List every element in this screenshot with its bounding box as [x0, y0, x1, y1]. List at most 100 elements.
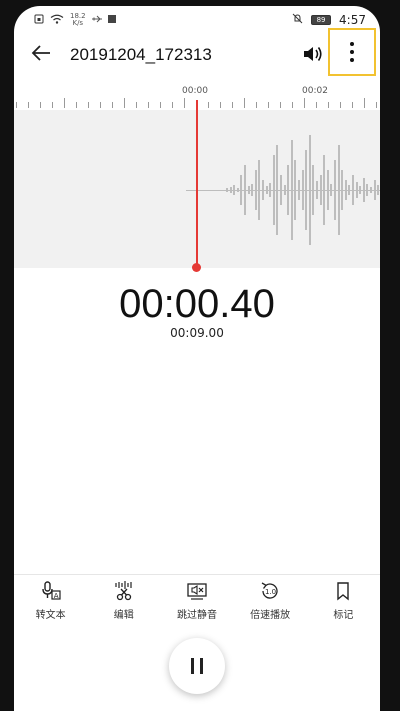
- recording-title: 20191204_172313: [70, 45, 212, 64]
- screen: 18.2 K/s 89 4:57 20191204_172313 00:00 0…: [14, 6, 380, 711]
- waveform-bar: [254, 170, 257, 210]
- timeline-tick: [184, 98, 185, 108]
- status-time: 4:57: [339, 13, 366, 27]
- timeline-label: 00:00: [182, 86, 208, 96]
- waveform-bar: [287, 165, 290, 215]
- waveform-bar: [308, 135, 311, 245]
- waveform-bar: [265, 186, 268, 194]
- waveform-bar: [316, 181, 318, 199]
- scissors-icon: [113, 580, 135, 602]
- status-bar: 18.2 K/s 89 4:57: [14, 6, 380, 34]
- timeline-tick: [40, 102, 41, 108]
- more-dot: [350, 42, 354, 46]
- back-button[interactable]: [30, 42, 56, 68]
- playback-speed-icon: 1.0: [259, 580, 281, 602]
- bookmark-label: 标记: [333, 610, 354, 621]
- waveform-bar: [269, 183, 272, 197]
- pause-icon: [191, 658, 194, 674]
- actions-divider: [14, 574, 380, 575]
- phone-frame: 18.2 K/s 89 4:57 20191204_172313 00:00 0…: [0, 0, 400, 711]
- status-right: 89 4:57: [292, 13, 366, 27]
- airplane-icon: [91, 14, 102, 27]
- net-speed: 18.2 K/s: [70, 13, 86, 27]
- timeline-tick: [364, 98, 365, 108]
- speech-to-text-label: 转文本: [35, 610, 66, 621]
- waveform-bar: [334, 160, 336, 220]
- waveform-bar: [290, 140, 293, 240]
- waveform-bar: [359, 186, 362, 194]
- waveform-bar: [244, 165, 246, 215]
- waveform-bar: [330, 184, 333, 196]
- waveform-bar: [352, 175, 354, 205]
- waveform-bar: [280, 175, 282, 205]
- speaker-icon: [304, 47, 322, 61]
- timeline-tick: [148, 102, 149, 108]
- playback-speed-button[interactable]: 1.0 倍速播放: [235, 580, 305, 630]
- elapsed-time: 00:00.40: [119, 282, 275, 326]
- waveform-bar: [226, 188, 228, 192]
- timeline-label: 00:02: [302, 86, 328, 96]
- playhead-handle[interactable]: [192, 263, 201, 272]
- timeline-tick: [28, 102, 29, 108]
- waveform-bar: [276, 145, 279, 235]
- timeline-tick: [220, 102, 221, 108]
- battery-icon: 89: [311, 15, 332, 25]
- speech-to-text-icon: A: [40, 580, 62, 602]
- waveform-bar: [323, 155, 326, 225]
- waveform-bar: [326, 170, 329, 210]
- playback-speed-label: 倍速播放: [250, 610, 291, 621]
- timeline-tick: [352, 102, 353, 108]
- edit-button[interactable]: 编辑: [89, 580, 159, 630]
- waveform-bar: [229, 187, 232, 193]
- timeline-tick: [208, 102, 209, 108]
- timeline-tick: [64, 98, 65, 108]
- edit-label: 编辑: [113, 610, 134, 621]
- more-dot: [350, 58, 354, 62]
- timeline-tick: [340, 102, 341, 108]
- bell-off-icon: [292, 13, 303, 27]
- waveform-bar: [283, 185, 286, 195]
- skip-silence-button[interactable]: 跳过静音: [162, 580, 232, 630]
- waveform-bar: [377, 185, 380, 195]
- pause-icon: [200, 658, 203, 674]
- waveform-bar: [373, 180, 376, 200]
- waveform-bar: [312, 165, 315, 215]
- more-dot: [350, 50, 354, 54]
- arrow-left-icon: [31, 45, 50, 61]
- timeline-tick: [124, 98, 125, 108]
- wifi-icon: [50, 14, 64, 27]
- speaker-button[interactable]: [302, 44, 324, 69]
- waveform-bar: [262, 180, 264, 200]
- playhead[interactable]: [196, 100, 198, 268]
- waveform-bar: [294, 160, 297, 220]
- waveform-bar: [337, 145, 340, 235]
- timeline-tick: [160, 102, 161, 108]
- waveform-bar: [258, 160, 261, 220]
- timeline-tick: [172, 102, 173, 108]
- svg-text:A: A: [53, 592, 58, 600]
- waveform-bar: [366, 184, 369, 196]
- toolbar: 20191204_172313: [14, 28, 380, 76]
- skip-silence-icon: [186, 580, 208, 602]
- action-bar: A 转文本 编辑 跳过静音 1.0 倍速播放 标记: [14, 580, 380, 630]
- playback-speed-badge: 1.0: [265, 588, 276, 596]
- waveform-bar: [348, 185, 351, 195]
- bookmark-icon: [332, 580, 354, 602]
- waveform-bar: [298, 180, 300, 200]
- timeline-tick: [52, 102, 53, 108]
- pause-button[interactable]: [169, 638, 225, 694]
- bookmark-button[interactable]: 标记: [308, 580, 378, 630]
- waveform-bar: [251, 184, 254, 196]
- more-options-button[interactable]: [328, 28, 376, 76]
- waveform-bar: [301, 170, 304, 210]
- waveform-bar: [319, 175, 322, 205]
- speech-to-text-button[interactable]: A 转文本: [16, 580, 86, 630]
- waveform-bar: [341, 170, 344, 210]
- timeline-tick: [316, 102, 317, 108]
- timeline-tick: [88, 102, 89, 108]
- timeline-tick: [112, 102, 113, 108]
- timeline-tick: [256, 102, 257, 108]
- timeline-tick: [304, 98, 305, 108]
- timeline-tick: [232, 102, 233, 108]
- total-duration: 00:09.00: [170, 326, 224, 340]
